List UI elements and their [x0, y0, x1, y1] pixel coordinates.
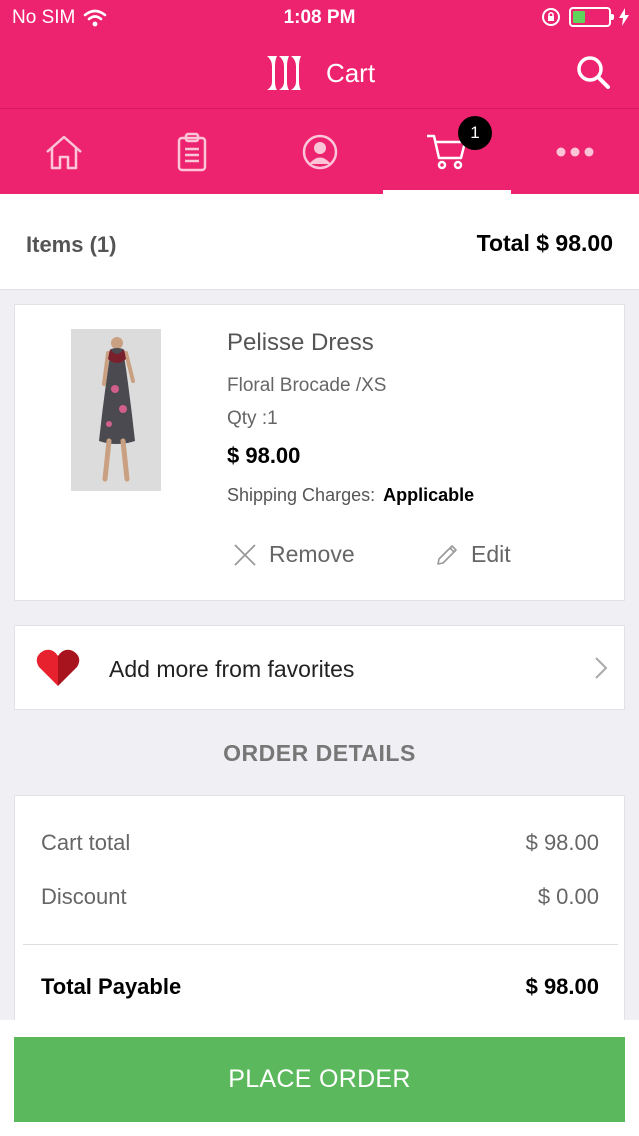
- total-payable-label: Total Payable: [41, 974, 182, 999]
- search-icon[interactable]: [575, 54, 611, 90]
- add-from-favorites-row[interactable]: Add more from favorites: [14, 625, 625, 710]
- remove-button[interactable]: Remove: [233, 541, 355, 568]
- tab-orders[interactable]: [128, 109, 256, 195]
- place-order-bar: PLACE ORDER: [0, 1020, 639, 1136]
- total-payable-row: Total Payable $ 98.00: [41, 974, 599, 1000]
- page-title: Cart: [325, 57, 376, 88]
- remove-label: Remove: [269, 541, 355, 567]
- orientation-lock-icon: [542, 8, 560, 26]
- more-icon: [556, 147, 594, 157]
- product-variant: Floral Brocade /XS: [227, 375, 387, 396]
- tab-cart[interactable]: [383, 109, 511, 195]
- order-details-card: Cart total $ 98.00 Discount $ 0.00 Total…: [14, 795, 625, 1035]
- discount-row: Discount $ 0.00: [41, 884, 599, 910]
- product-image[interactable]: [71, 329, 161, 491]
- discount-label: Discount: [41, 884, 127, 909]
- edit-label: Edit: [471, 541, 511, 567]
- battery-icon: [569, 7, 614, 27]
- orders-icon: [177, 132, 207, 172]
- cart-total-value: $ 98.00: [525, 830, 599, 855]
- order-divider: [23, 944, 618, 945]
- cart-total-label: Cart total: [41, 830, 131, 855]
- discount-value: $ 0.00: [537, 884, 599, 909]
- cart-summary: Items (1) Total $ 98.00: [0, 194, 639, 290]
- cart-count-badge: 1: [458, 116, 492, 150]
- tab-more[interactable]: [511, 109, 639, 195]
- cart-total-row: Cart total $ 98.00: [41, 830, 599, 856]
- shipping-value: Applicable: [383, 485, 475, 505]
- home-icon: [46, 135, 82, 170]
- close-icon: [234, 543, 256, 566]
- status-bar: No SIM 1:08 PM: [0, 0, 639, 36]
- product-price: $ 98.00: [227, 443, 301, 468]
- brand-logo-icon: [266, 56, 301, 90]
- place-order-button[interactable]: PLACE ORDER: [14, 1037, 625, 1122]
- app-header: Cart: [0, 36, 639, 108]
- favorites-label: Add more from favorites: [109, 656, 355, 682]
- edit-button[interactable]: Edit: [435, 541, 511, 568]
- cart-total: Total $ 98.00: [476, 230, 613, 256]
- shipping-charges: Shipping Charges: Applicable: [227, 485, 474, 506]
- product-name[interactable]: Pelisse Dress: [227, 329, 374, 357]
- charging-icon: [619, 8, 629, 26]
- order-details-heading: ORDER DETAILS: [223, 740, 416, 766]
- chevron-right-icon: [595, 657, 608, 679]
- status-right: [541, 7, 629, 27]
- items-count: Items (1): [26, 232, 117, 257]
- product-quantity: Qty :1: [227, 408, 278, 429]
- shipping-label: Shipping Charges:: [227, 485, 376, 505]
- tab-bar: [0, 108, 639, 195]
- total-payable-value: $ 98.00: [525, 974, 599, 999]
- profile-icon: [302, 134, 338, 170]
- tab-profile[interactable]: [256, 109, 384, 195]
- tab-home[interactable]: [0, 109, 128, 195]
- cart-item-card: Pelisse Dress Floral Brocade /XS Qty :1 …: [14, 304, 625, 601]
- pencil-icon: [437, 544, 457, 565]
- heart-icon: [36, 649, 80, 686]
